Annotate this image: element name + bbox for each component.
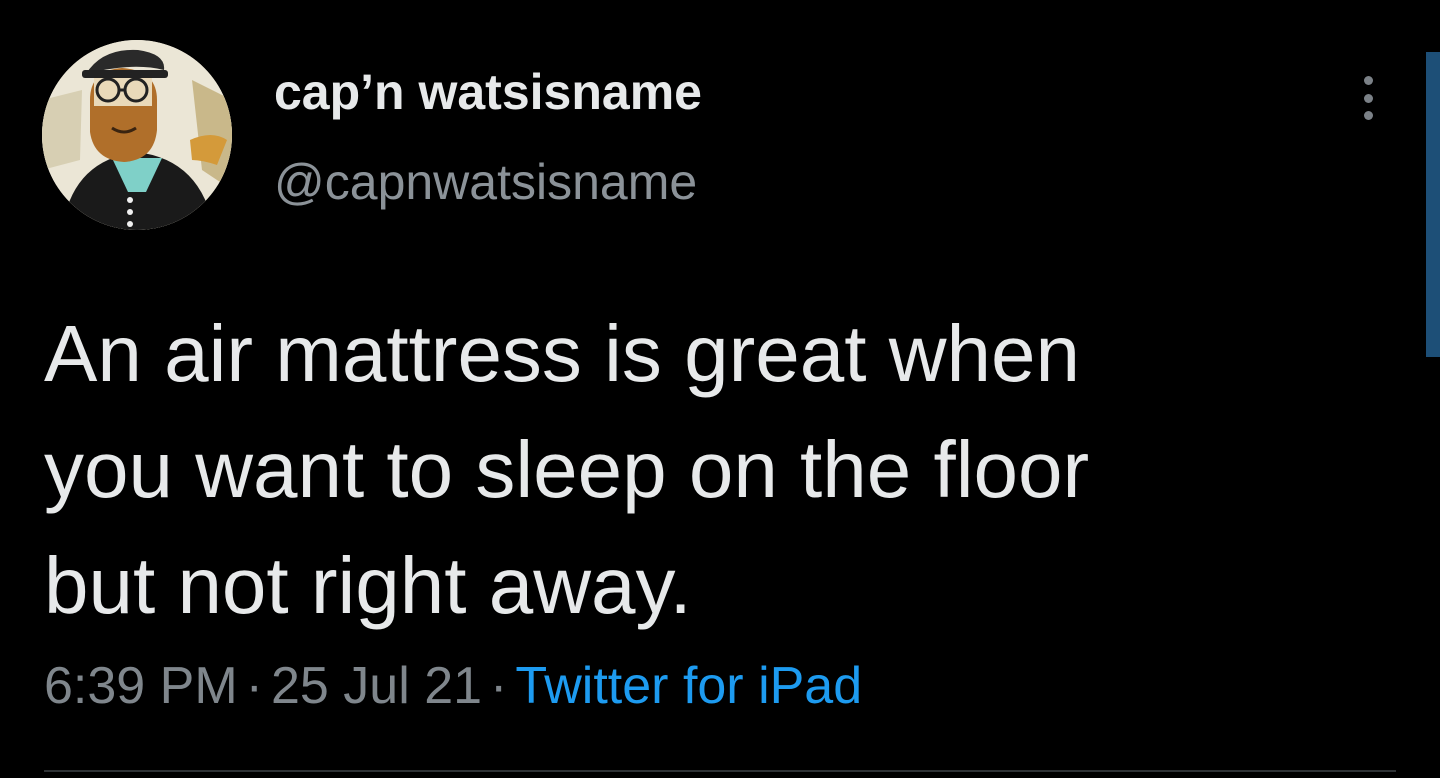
tweet-date[interactable]: 25 Jul 21	[271, 657, 482, 715]
divider	[44, 770, 1396, 772]
tweet-source-link[interactable]: Twitter for iPad	[515, 657, 862, 715]
meta-separator: ·	[490, 657, 508, 715]
user-handle[interactable]: @capnwatsisname	[274, 152, 697, 212]
tweet-text: An air mattress is great when you want t…	[44, 296, 1344, 644]
avatar[interactable]	[42, 40, 232, 230]
more-options-button[interactable]	[1350, 70, 1386, 126]
tweet: cap’n watsisname @capnwatsisname An air …	[0, 0, 1440, 778]
more-vertical-icon	[1363, 76, 1373, 85]
tweet-meta: 6:39 PM · 25 Jul 21 · Twitter for iPad	[44, 654, 862, 718]
display-name[interactable]: cap’n watsisname	[274, 62, 702, 122]
tweet-text-line: An air mattress is great when	[44, 309, 1080, 398]
more-vertical-icon-dot	[1363, 111, 1373, 120]
scrollbar-thumb[interactable]	[1426, 52, 1440, 357]
tweet-text-line: you want to sleep on the floor	[44, 425, 1090, 514]
tweet-text-line: but not right away.	[44, 541, 692, 630]
meta-separator: ·	[245, 657, 263, 715]
cartoon-captain-avatar-icon	[42, 40, 232, 230]
tweet-time[interactable]: 6:39 PM	[44, 657, 238, 715]
more-vertical-icon-dot	[1363, 93, 1373, 103]
